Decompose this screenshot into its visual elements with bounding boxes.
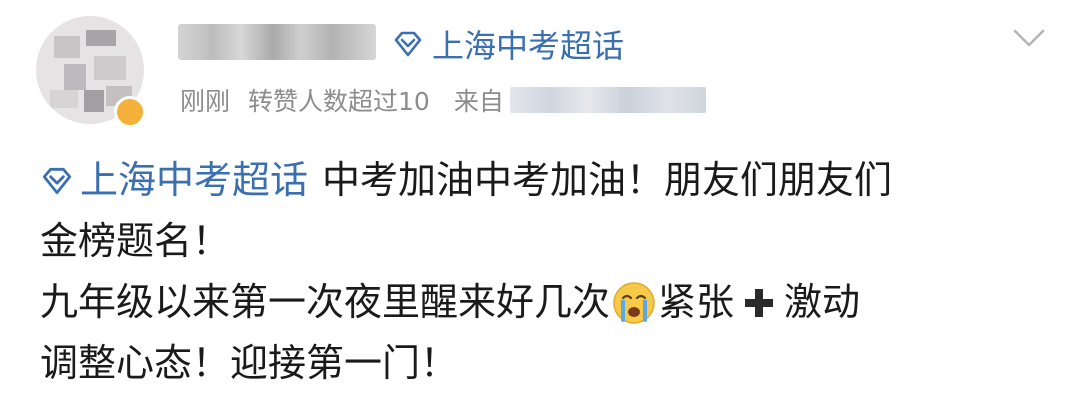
heavy-plus-icon	[745, 288, 774, 317]
chevron-down-icon[interactable]	[1012, 26, 1046, 52]
content-text: 金榜题名！	[40, 219, 231, 263]
avatar-pixel-block	[54, 36, 80, 58]
header-topic-label: 上海中考超话	[432, 27, 625, 65]
repost-count: 转赞人数超过10	[248, 87, 430, 116]
content-text: 调整心态！迎接第一门！	[40, 341, 459, 385]
post-content: 上海中考超话 中考加油中考加油！朋友们朋友们 金榜题名！ 九年级以来第一次夜里醒…	[40, 150, 1060, 394]
crying-face-emoji	[613, 281, 655, 324]
content-topic-link[interactable]: 上海中考超话	[40, 150, 308, 211]
post-time: 刚刚	[180, 87, 231, 116]
avatar-pixel-block	[50, 90, 78, 108]
source-prefix: 来自	[453, 87, 504, 116]
content-line: 金榜题名！	[40, 211, 1060, 272]
content-text: 九年级以来第一次夜里醒来好几次	[40, 280, 611, 324]
content-line: 上海中考超话 中考加油中考加油！朋友们朋友们	[40, 150, 1060, 211]
content-line: 调整心态！迎接第一门！	[40, 333, 1060, 394]
user-level-badge	[114, 96, 146, 128]
avatar-pixel-block	[84, 90, 104, 112]
avatar-pixel-block	[94, 56, 126, 80]
content-text: 激动	[784, 280, 861, 324]
avatar-pixel-block	[86, 30, 116, 46]
super-topic-diamond-icon	[394, 31, 422, 57]
avatar-pixel-block	[64, 64, 86, 90]
header-topic-link[interactable]: 上海中考超话	[392, 22, 624, 66]
super-topic-diamond-icon	[42, 167, 72, 194]
username-redacted[interactable]	[178, 24, 376, 60]
post-meta: 刚刚 转赞人数超过10 来自	[180, 80, 706, 120]
content-line: 九年级以来第一次夜里醒来好几次 紧张 激动	[40, 272, 1060, 333]
source-redacted	[509, 87, 706, 113]
content-text: 紧张	[658, 280, 735, 324]
content-topic-label: 上海中考超话	[80, 158, 309, 202]
content-text: 中考加油中考加油！朋友们朋友们	[322, 158, 893, 202]
